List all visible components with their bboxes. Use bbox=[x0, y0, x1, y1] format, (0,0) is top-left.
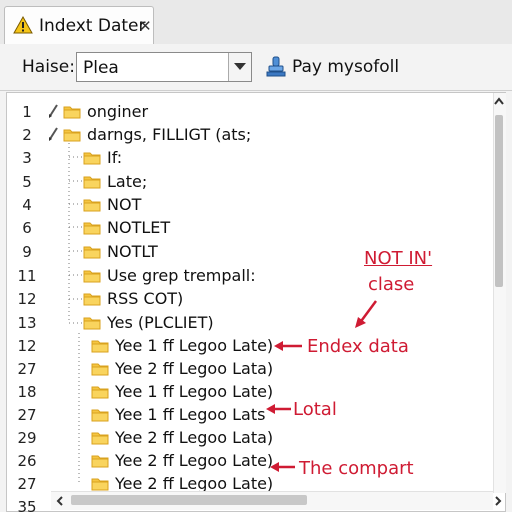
tree-item[interactable]: Yee 2 ff Legoo Lata) bbox=[7, 427, 477, 449]
vertical-scroll-thumb[interactable] bbox=[495, 115, 503, 287]
folder-icon bbox=[91, 363, 109, 376]
folder-icon bbox=[83, 199, 101, 212]
tree-item[interactable]: If: bbox=[7, 147, 477, 169]
tree-item-label: Yee 1 ff Legoo Lats bbox=[115, 405, 266, 424]
tree-item[interactable]: Yee 1 ff Legoo Lats bbox=[7, 404, 477, 426]
line-number: 35 bbox=[17, 498, 37, 512]
haise-label: Haise: bbox=[22, 57, 75, 77]
tab-bar: Indext Dater ✕ bbox=[0, 0, 512, 45]
pencil-icon[interactable] bbox=[47, 126, 59, 142]
annotation-clase: clase bbox=[368, 274, 415, 295]
arrow-icon bbox=[355, 300, 378, 328]
folder-icon bbox=[91, 478, 109, 491]
tree-item[interactable]: Late; bbox=[7, 171, 477, 193]
folder-icon bbox=[91, 340, 109, 353]
tree-item[interactable]: Yee 1 ff Legoo Late) bbox=[7, 381, 477, 403]
folder-icon bbox=[83, 246, 101, 259]
toolbar: Haise: Plea Pay mysofoll bbox=[0, 44, 512, 91]
pencil-icon[interactable] bbox=[47, 103, 59, 119]
close-icon[interactable]: ✕ bbox=[139, 16, 152, 36]
tree-item[interactable]: Yee 2 ff Legoo Lata) bbox=[7, 358, 477, 380]
tree-item-label: onginer bbox=[87, 102, 149, 121]
annotation-the-compart: The compart bbox=[299, 458, 414, 479]
scroll-up-icon[interactable] bbox=[492, 95, 506, 107]
stamp-icon bbox=[266, 56, 286, 77]
haise-select[interactable]: Plea bbox=[76, 52, 252, 82]
tree-item-label: Yee 2 ff Legoo Late) bbox=[115, 451, 274, 470]
scroll-right-icon[interactable] bbox=[493, 495, 503, 507]
folder-icon bbox=[91, 455, 109, 468]
folder-icon bbox=[91, 409, 109, 422]
tree-item-label: Yee 2 ff Legoo Lata) bbox=[115, 428, 274, 447]
tree-item[interactable]: onginer bbox=[7, 101, 477, 123]
tree-item[interactable]: darngs, FILLIGT (ats; bbox=[7, 124, 477, 146]
tree-item-label: Yee 1 ff Legoo Late) bbox=[115, 336, 274, 355]
editor-window: Indext Dater ✕ Haise: Plea Pay mysofoll bbox=[0, 0, 512, 512]
folder-icon bbox=[83, 176, 101, 189]
tree-item-label: Yee 1 ff Legoo Late) bbox=[115, 382, 274, 401]
folder-icon bbox=[63, 106, 81, 119]
tree-editor[interactable]: 1 onginer 2 darngs, FILLIGT (ats; 3 If: 5 Late;… bbox=[6, 92, 506, 512]
folder-icon bbox=[91, 386, 109, 399]
arrow-icon bbox=[270, 462, 295, 472]
folder-icon bbox=[83, 270, 101, 283]
warning-icon bbox=[13, 16, 33, 34]
tree-item-label: Late; bbox=[107, 172, 148, 191]
tree-item[interactable]: NOT bbox=[7, 194, 477, 216]
folder-icon bbox=[83, 222, 101, 235]
folder-icon bbox=[83, 293, 101, 306]
folder-icon bbox=[63, 129, 81, 142]
haise-select-value: Plea bbox=[83, 58, 119, 78]
folder-icon bbox=[83, 152, 101, 165]
annotation-lotal: Lotal bbox=[293, 399, 337, 420]
tree-item-label: If: bbox=[107, 148, 123, 167]
tree-item-label: Use grep trempall: bbox=[107, 266, 256, 285]
tab-title: Indext Dater bbox=[39, 16, 146, 36]
tree-item-label: NOTLET bbox=[107, 218, 171, 237]
pay-mysofoll-label: Pay mysofoll bbox=[292, 57, 400, 77]
horizontal-scroll-thumb[interactable] bbox=[71, 495, 307, 505]
tree-item-label: darngs, FILLIGT (ats; bbox=[87, 125, 252, 144]
tree-item-label: Yee 2 ff Legoo Lata) bbox=[115, 359, 274, 378]
tree-item-label: Yes (PLCLIET) bbox=[107, 313, 214, 332]
tree-item[interactable]: NOTLET bbox=[7, 217, 477, 239]
folder-icon bbox=[91, 432, 109, 445]
chevron-down-icon[interactable] bbox=[228, 53, 251, 81]
annotation-endex-data: Endex data bbox=[307, 336, 409, 357]
scroll-left-icon[interactable] bbox=[55, 495, 65, 507]
annotation-not-in: NOT IN' bbox=[364, 248, 433, 269]
tree-item-label: RSS COT) bbox=[107, 289, 184, 308]
tree-item-label: NOT bbox=[107, 195, 142, 214]
folder-icon bbox=[83, 317, 101, 330]
tree-item[interactable]: Yes (PLCLIET) bbox=[7, 312, 477, 334]
arrow-icon bbox=[274, 341, 302, 351]
arrow-icon bbox=[266, 404, 291, 414]
tree-item-label: NOTLT bbox=[107, 242, 158, 261]
tab-indext-dater[interactable]: Indext Dater ✕ bbox=[4, 6, 154, 44]
